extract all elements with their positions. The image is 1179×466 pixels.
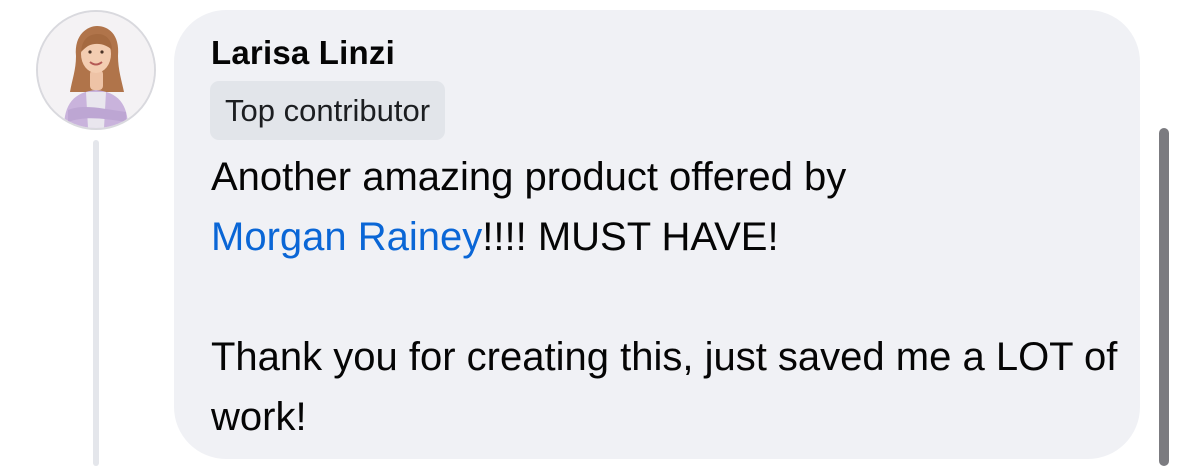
comment-line: Another amazing product offered by Morga… (211, 147, 1121, 267)
scrollbar[interactable] (1159, 128, 1169, 466)
comment-bubble: Larisa Linzi Top contributor Another ama… (174, 10, 1140, 459)
comment-text-thanks: Thank you for creating this, just saved … (211, 335, 1118, 439)
comment-text-exclaim: !!!! MUST HAVE! (482, 215, 779, 259)
top-contributor-badge: Top contributor (210, 81, 446, 140)
comment-thread: Larisa Linzi Top contributor Another ama… (0, 0, 1179, 466)
comment-author[interactable]: Larisa Linzi (211, 34, 395, 72)
mention-link[interactable]: Morgan Rainey (211, 215, 482, 259)
avatar[interactable] (36, 10, 156, 130)
profile-photo-icon (38, 12, 154, 128)
thread-line (93, 140, 99, 466)
comment-body: Another amazing product offered by Morga… (211, 147, 1121, 447)
comment-text-intro: Another amazing product offered by (211, 155, 847, 199)
